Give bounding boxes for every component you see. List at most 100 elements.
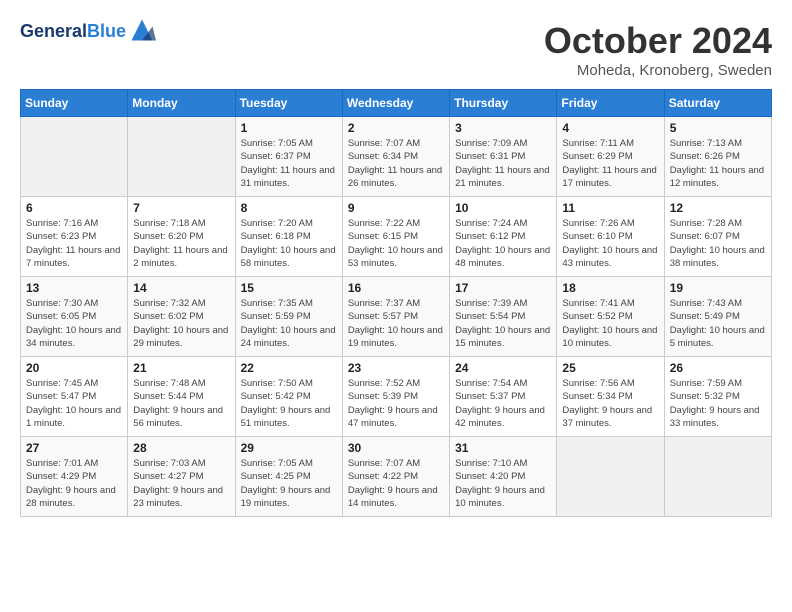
- day-number: 22: [241, 361, 337, 375]
- calendar-week-row: 27 Sunrise: 7:01 AMSunset: 4:29 PMDayligh…: [21, 437, 772, 517]
- logo: GeneralBlue: [20, 20, 156, 44]
- day-number: 4: [562, 121, 658, 135]
- weekday-header: Thursday: [450, 90, 557, 117]
- day-info: Sunrise: 7:37 AMSunset: 5:57 PMDaylight:…: [348, 297, 444, 350]
- calendar-cell: 2 Sunrise: 7:07 AMSunset: 6:34 PMDaylight…: [342, 117, 449, 197]
- day-info: Sunrise: 7:45 AMSunset: 5:47 PMDaylight:…: [26, 377, 122, 430]
- day-info: Sunrise: 7:05 AMSunset: 6:37 PMDaylight:…: [241, 137, 337, 190]
- day-info: Sunrise: 7:11 AMSunset: 6:29 PMDaylight:…: [562, 137, 658, 190]
- calendar-cell: 24 Sunrise: 7:54 AMSunset: 5:37 PMDayligh…: [450, 357, 557, 437]
- calendar-cell: 4 Sunrise: 7:11 AMSunset: 6:29 PMDaylight…: [557, 117, 664, 197]
- logo-text-line1: GeneralBlue: [20, 22, 126, 42]
- day-info: Sunrise: 7:22 AMSunset: 6:15 PMDaylight:…: [348, 217, 444, 270]
- day-info: Sunrise: 7:50 AMSunset: 5:42 PMDaylight:…: [241, 377, 337, 430]
- day-info: Sunrise: 7:26 AMSunset: 6:10 PMDaylight:…: [562, 217, 658, 270]
- day-info: Sunrise: 7:05 AMSunset: 4:25 PMDaylight:…: [241, 457, 337, 510]
- calendar-cell: [128, 117, 235, 197]
- calendar-cell: 30Sunrise: 7:07 AMSunset: 4:22 PMDayligh…: [342, 437, 449, 517]
- calendar-cell: 26Sunrise: 7:59 AMSunset: 5:32 PMDayligh…: [664, 357, 771, 437]
- calendar-cell: 3 Sunrise: 7:09 AMSunset: 6:31 PMDaylight…: [450, 117, 557, 197]
- day-number: 24: [455, 361, 551, 375]
- day-number: 16: [348, 281, 444, 295]
- day-info: Sunrise: 7:28 AMSunset: 6:07 PMDaylight:…: [670, 217, 766, 270]
- day-info: Sunrise: 7:52 AMSunset: 5:39 PMDaylight:…: [348, 377, 444, 430]
- day-number: 3: [455, 121, 551, 135]
- calendar-cell: 14 Sunrise: 7:32 AMSunset: 6:02 PMDayligh…: [128, 277, 235, 357]
- weekday-header: Friday: [557, 90, 664, 117]
- day-info: Sunrise: 7:10 AMSunset: 4:20 PMDaylight:…: [455, 457, 551, 510]
- weekday-header: Sunday: [21, 90, 128, 117]
- calendar-week-row: 6 Sunrise: 7:16 AMSunset: 6:23 PMDaylight…: [21, 197, 772, 277]
- calendar-cell: 8 Sunrise: 7:20 AMSunset: 6:18 PMDaylight…: [235, 197, 342, 277]
- calendar-header-row: SundayMondayTuesdayWednesdayThursdayFrid…: [21, 90, 772, 117]
- calendar-cell: 23Sunrise: 7:52 AMSunset: 5:39 PMDayligh…: [342, 357, 449, 437]
- day-number: 2: [348, 121, 444, 135]
- calendar-table: SundayMondayTuesdayWednesdayThursdayFrid…: [20, 89, 772, 517]
- day-number: 21: [133, 361, 229, 375]
- calendar-cell: 19Sunrise: 7:43 AMSunset: 5:49 PMDayligh…: [664, 277, 771, 357]
- calendar-cell: 16 Sunrise: 7:37 AMSunset: 5:57 PMDayligh…: [342, 277, 449, 357]
- day-number: 29: [241, 441, 337, 455]
- calendar-week-row: 13Sunrise: 7:30 AMSunset: 6:05 PMDayligh…: [21, 277, 772, 357]
- day-info: Sunrise: 7:07 AMSunset: 6:34 PMDaylight:…: [348, 137, 444, 190]
- day-info: Sunrise: 7:32 AMSunset: 6:02 PMDaylight:…: [133, 297, 229, 350]
- day-number: 6: [26, 201, 122, 215]
- weekday-header: Tuesday: [235, 90, 342, 117]
- day-info: Sunrise: 7:16 AMSunset: 6:23 PMDaylight:…: [26, 217, 122, 270]
- day-info: Sunrise: 7:13 AMSunset: 6:26 PMDaylight:…: [670, 137, 766, 190]
- calendar-cell: 25Sunrise: 7:56 AMSunset: 5:34 PMDayligh…: [557, 357, 664, 437]
- location: Moheda, Kronoberg, Sweden: [544, 62, 772, 79]
- calendar-cell: 6 Sunrise: 7:16 AMSunset: 6:23 PMDaylight…: [21, 197, 128, 277]
- calendar-cell: 1 Sunrise: 7:05 AMSunset: 6:37 PMDaylight…: [235, 117, 342, 197]
- day-number: 17: [455, 281, 551, 295]
- calendar-cell: 18 Sunrise: 7:41 AMSunset: 5:52 PMDayligh…: [557, 277, 664, 357]
- weekday-header: Saturday: [664, 90, 771, 117]
- day-info: Sunrise: 7:56 AMSunset: 5:34 PMDaylight:…: [562, 377, 658, 430]
- day-info: Sunrise: 7:18 AMSunset: 6:20 PMDaylight:…: [133, 217, 229, 270]
- calendar-cell: 10 Sunrise: 7:24 AMSunset: 6:12 PMDayligh…: [450, 197, 557, 277]
- day-number: 9: [348, 201, 444, 215]
- day-number: 27: [26, 441, 122, 455]
- day-info: Sunrise: 7:24 AMSunset: 6:12 PMDaylight:…: [455, 217, 551, 270]
- calendar-cell: [664, 437, 771, 517]
- day-number: 31: [455, 441, 551, 455]
- day-info: Sunrise: 7:41 AMSunset: 5:52 PMDaylight:…: [562, 297, 658, 350]
- calendar-cell: 22 Sunrise: 7:50 AMSunset: 5:42 PMDayligh…: [235, 357, 342, 437]
- day-number: 1: [241, 121, 337, 135]
- day-number: 26: [670, 361, 766, 375]
- calendar-cell: 11 Sunrise: 7:26 AMSunset: 6:10 PMDayligh…: [557, 197, 664, 277]
- calendar-cell: 31 Sunrise: 7:10 AMSunset: 4:20 PMDayligh…: [450, 437, 557, 517]
- day-number: 8: [241, 201, 337, 215]
- calendar-cell: 5 Sunrise: 7:13 AMSunset: 6:26 PMDaylight…: [664, 117, 771, 197]
- day-info: Sunrise: 7:01 AMSunset: 4:29 PMDaylight:…: [26, 457, 122, 510]
- month-title: October 2024: [544, 20, 772, 62]
- day-info: Sunrise: 7:30 AMSunset: 6:05 PMDaylight:…: [26, 297, 122, 350]
- day-info: Sunrise: 7:03 AMSunset: 4:27 PMDaylight:…: [133, 457, 229, 510]
- day-info: Sunrise: 7:20 AMSunset: 6:18 PMDaylight:…: [241, 217, 337, 270]
- day-info: Sunrise: 7:54 AMSunset: 5:37 PMDaylight:…: [455, 377, 551, 430]
- calendar-cell: [557, 437, 664, 517]
- weekday-header: Wednesday: [342, 90, 449, 117]
- day-info: Sunrise: 7:09 AMSunset: 6:31 PMDaylight:…: [455, 137, 551, 190]
- calendar-cell: 17 Sunrise: 7:39 AMSunset: 5:54 PMDayligh…: [450, 277, 557, 357]
- calendar-cell: 29 Sunrise: 7:05 AMSunset: 4:25 PMDayligh…: [235, 437, 342, 517]
- day-info: Sunrise: 7:35 AMSunset: 5:59 PMDaylight:…: [241, 297, 337, 350]
- calendar-cell: 9 Sunrise: 7:22 AMSunset: 6:15 PMDaylight…: [342, 197, 449, 277]
- logo-blue: Blue: [87, 21, 126, 41]
- calendar-cell: 20Sunrise: 7:45 AMSunset: 5:47 PMDayligh…: [21, 357, 128, 437]
- day-number: 11: [562, 201, 658, 215]
- day-number: 10: [455, 201, 551, 215]
- day-number: 28: [133, 441, 229, 455]
- day-number: 14: [133, 281, 229, 295]
- calendar-cell: 27 Sunrise: 7:01 AMSunset: 4:29 PMDayligh…: [21, 437, 128, 517]
- day-number: 7: [133, 201, 229, 215]
- day-number: 18: [562, 281, 658, 295]
- title-section: October 2024 Moheda, Kronoberg, Sweden: [544, 20, 772, 79]
- day-info: Sunrise: 7:39 AMSunset: 5:54 PMDaylight:…: [455, 297, 551, 350]
- calendar-cell: 21Sunrise: 7:48 AMSunset: 5:44 PMDayligh…: [128, 357, 235, 437]
- calendar-cell: 7 Sunrise: 7:18 AMSunset: 6:20 PMDaylight…: [128, 197, 235, 277]
- day-number: 5: [670, 121, 766, 135]
- day-info: Sunrise: 7:43 AMSunset: 5:49 PMDaylight:…: [670, 297, 766, 350]
- header: GeneralBlue October 2024 Moheda, Kronobe…: [20, 20, 772, 79]
- weekday-header: Monday: [128, 90, 235, 117]
